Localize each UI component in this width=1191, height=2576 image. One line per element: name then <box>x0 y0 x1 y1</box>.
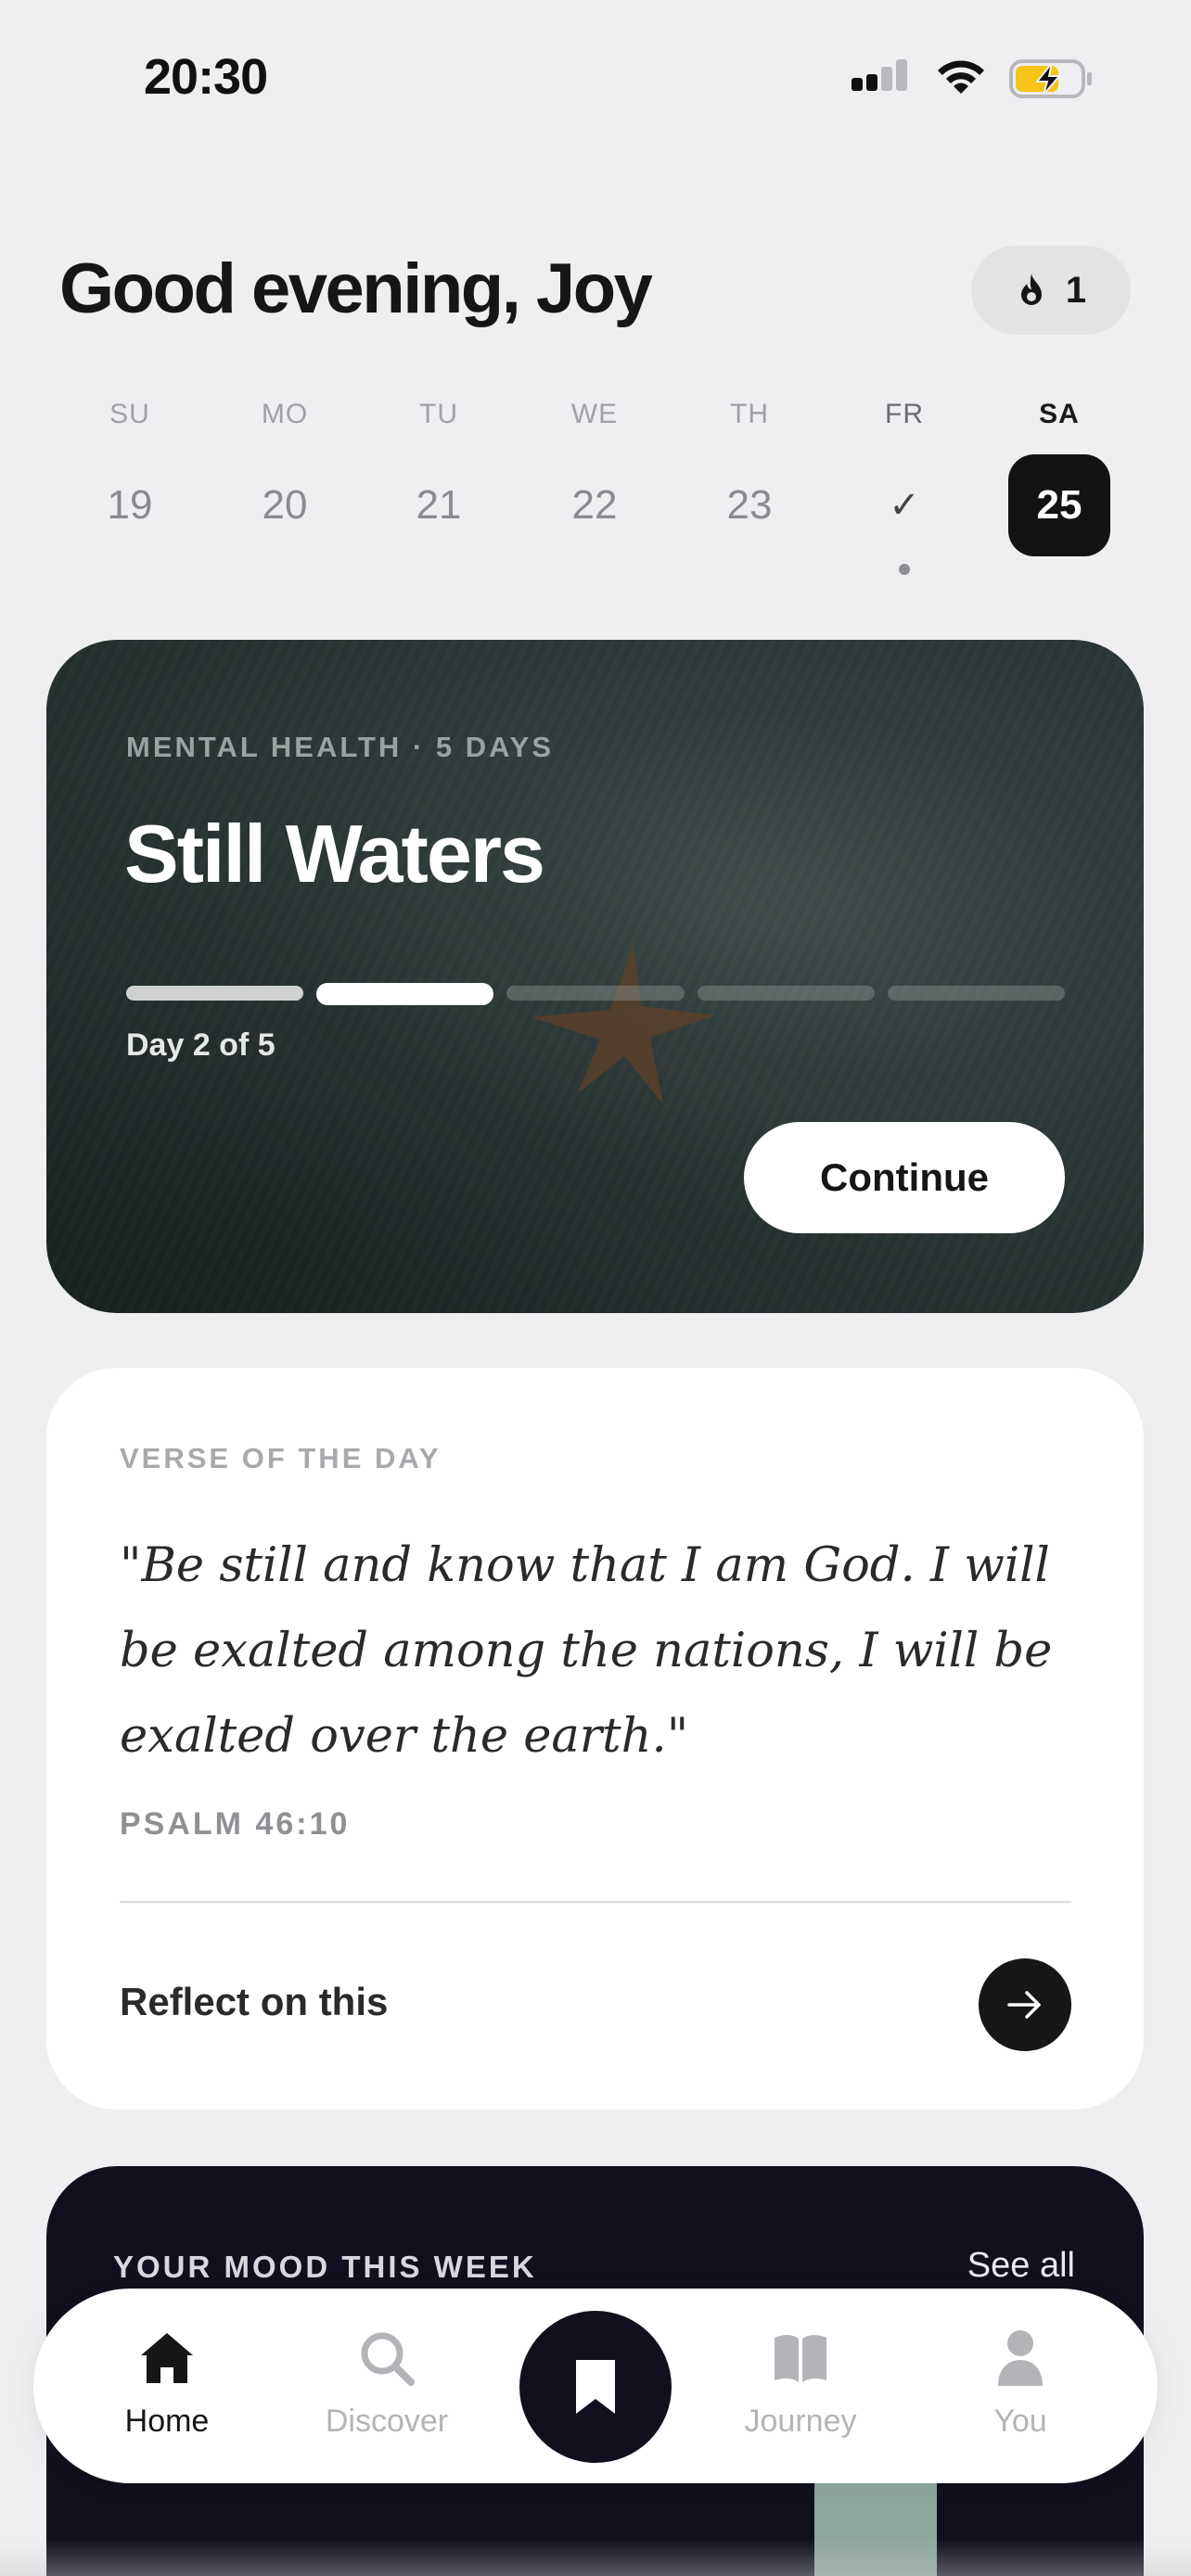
cellular-signal-icon <box>852 59 907 91</box>
status-icons <box>852 57 1095 100</box>
nav-label: Home <box>124 2404 210 2439</box>
see-all-link[interactable]: See all <box>967 2246 1075 2286</box>
day-label: TU <box>419 399 458 429</box>
progress-segment <box>316 983 494 1005</box>
checkmark-icon: ✓ <box>889 485 920 526</box>
progress-segment <box>697 986 875 1001</box>
nav-you[interactable]: You <box>941 2326 1099 2440</box>
day-number: 20 <box>262 482 308 528</box>
day-number: 23 <box>726 482 773 528</box>
completed-dot <box>899 564 910 575</box>
progress-segment <box>126 986 304 1001</box>
reflect-button[interactable] <box>979 1958 1071 2051</box>
day-sunday[interactable]: SU 19 <box>76 399 184 556</box>
nav-bookmark-button[interactable] <box>519 2311 672 2463</box>
nav-label: You <box>993 2404 1047 2439</box>
arrow-right-icon <box>1007 1991 1041 2019</box>
home-icon <box>141 2333 193 2383</box>
search-icon <box>361 2332 415 2386</box>
bottom-nav: Home Discover Journey You <box>33 2289 1158 2483</box>
week-strip: SU 19 MO 20 TU 21 WE 22 TH 23 FR ✓ SA 25 <box>52 399 1139 584</box>
day-label: TH <box>730 399 769 429</box>
plan-card[interactable]: MENTAL HEALTH · 5 DAYS Still Waters Day … <box>46 640 1144 1313</box>
day-number: 19 <box>107 482 153 528</box>
day-tuesday[interactable]: TU 21 <box>385 399 493 556</box>
divider <box>120 1901 1071 1903</box>
verse-kicker: VERSE OF THE DAY <box>120 1442 442 1474</box>
reflect-label[interactable]: Reflect on this <box>120 1980 388 2024</box>
plan-progress-text: Day 2 of 5 <box>126 1027 275 1063</box>
day-monday[interactable]: MO 20 <box>231 399 339 556</box>
day-label: MO <box>261 399 309 429</box>
verse-reference: PSALM 46:10 <box>120 1806 351 1842</box>
progress-segment <box>506 986 685 1001</box>
day-saturday[interactable]: SA 25 <box>1005 399 1113 556</box>
person-icon <box>998 2330 1043 2386</box>
nav-journey[interactable]: Journey <box>722 2326 879 2440</box>
progress-segment <box>887 986 1065 1001</box>
nav-home[interactable]: Home <box>88 2326 246 2440</box>
status-bar: 20:30 <box>0 0 1191 167</box>
plan-category: MENTAL HEALTH · 5 DAYS <box>126 731 554 763</box>
book-icon <box>775 2335 826 2382</box>
battery-charging-icon <box>1009 59 1092 98</box>
day-label: SU <box>109 399 150 429</box>
day-wednesday[interactable]: WE 22 <box>541 399 648 556</box>
day-number-selected: 25 <box>1008 454 1110 556</box>
flame-icon <box>1020 274 1042 305</box>
day-number: 21 <box>416 482 462 528</box>
day-label: SA <box>1039 399 1080 429</box>
plan-title: Still Waters <box>124 808 545 899</box>
verse-card: VERSE OF THE DAY "Be still and know that… <box>46 1368 1144 2110</box>
wifi-icon <box>938 60 984 94</box>
nav-label: Discover <box>325 2404 449 2439</box>
streak-badge[interactable]: 1 <box>971 246 1131 335</box>
day-friday[interactable]: FR ✓ <box>851 399 958 575</box>
nav-discover[interactable]: Discover <box>308 2326 466 2440</box>
starfish-image <box>531 945 715 1104</box>
day-label: WE <box>570 399 619 429</box>
streak-count: 1 <box>1065 269 1087 311</box>
mood-kicker: YOUR MOOD THIS WEEK <box>113 2250 537 2284</box>
continue-button[interactable]: Continue <box>744 1122 1065 1233</box>
verse-text: "Be still and know that I am God. I will… <box>120 1538 1053 1764</box>
plan-progress <box>126 983 1065 1005</box>
bookmark-icon <box>576 2360 615 2414</box>
nav-label: Journey <box>744 2404 857 2439</box>
day-label: FR <box>885 399 924 429</box>
greeting-title: Good evening, Joy <box>59 249 653 328</box>
home-indicator <box>0 2539 1191 2576</box>
status-time: 20:30 <box>144 49 268 105</box>
day-thursday[interactable]: TH 23 <box>696 399 803 556</box>
day-number: 22 <box>571 482 618 528</box>
